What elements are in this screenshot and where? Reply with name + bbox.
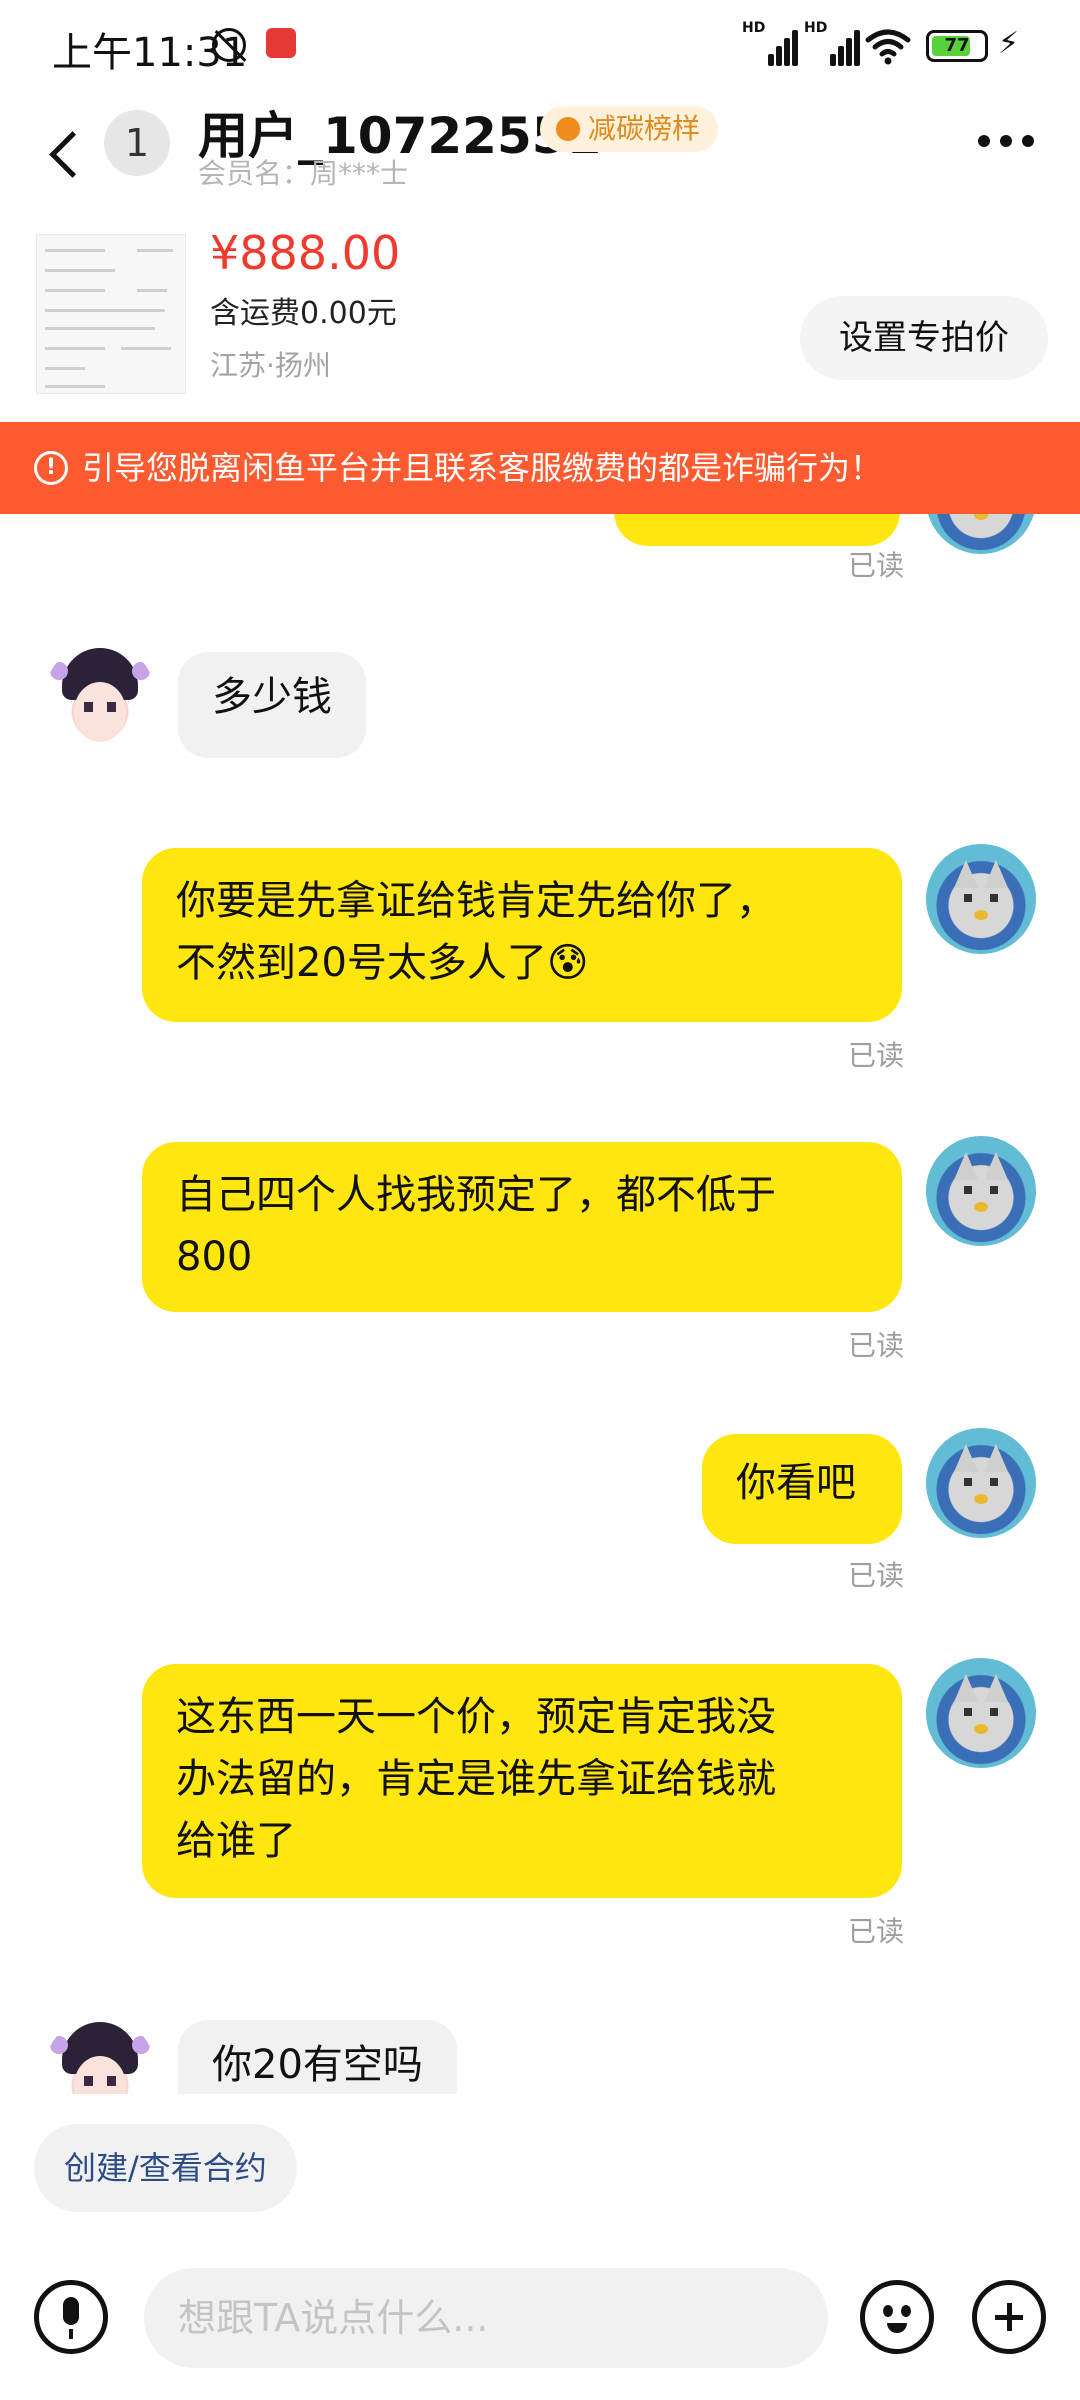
my-avatar[interactable] [926,514,1036,554]
battery-level: 77 [944,35,970,56]
voice-input-button[interactable] [34,2280,108,2354]
more-dot-icon [1022,135,1034,147]
message-bubble-sent[interactable]: 你看吧 [702,1434,902,1544]
chat-messages[interactable]: 已读 多少钱 你要是先拿证给钱肯定先给你了， 不然到20号太多人了😰 已读 自己… [0,514,1080,2094]
mute-icon [212,28,246,62]
carbon-badge-label: 减碳榜样 [588,112,701,145]
read-status: 已读 [848,549,905,582]
signal-icon: HD [804,20,860,66]
chat-header: 1 用户_10722551 减碳榜样 会员名：周***士 [0,96,1080,216]
message-line: 办法留的，肯定是谁先拿证给钱就 [176,1756,776,1802]
message-bubble-sent[interactable]: 这东西一天一个价，预定肯定我没 办法留的，肯定是谁先拿证给钱就 给谁了 [142,1664,902,1898]
product-thumbnail[interactable] [36,234,186,394]
product-price: ¥888.00 [210,226,401,280]
set-special-price-button[interactable]: 设置专拍价 [800,296,1048,380]
status-bar: 上午11:31 HD HD 77 ⚡ [0,0,1080,96]
message-bubble-received[interactable]: 你20有空吗 [178,2020,457,2094]
message-line: 这东西一天一个价，预定肯定我没 [176,1694,776,1740]
message-bubble-sent[interactable]: 你要是先拿证给钱肯定先给你了， 不然到20号太多人了😰 [142,848,902,1022]
read-status: 已读 [848,1039,905,1072]
more-options-button[interactable] [978,126,1042,156]
my-avatar[interactable] [926,1428,1036,1538]
more-dot-icon [978,135,990,147]
read-status: 已读 [848,1915,905,1948]
wifi-icon [865,29,911,65]
network-label: HD [804,20,828,36]
more-dot-icon [1000,135,1012,147]
read-status: 已读 [848,1559,905,1592]
message-line: 800 [176,1234,253,1280]
my-avatar[interactable] [926,1136,1036,1246]
battery-icon: 77 [926,30,988,62]
carbon-badge[interactable]: 减碳榜样 [540,106,719,152]
warning-icon: ! [34,451,68,485]
message-line: 不然到20号太多人了😰 [176,940,589,986]
message-line: 给谁了 [176,1818,296,1864]
product-location: 江苏·扬州 [210,349,331,382]
read-status: 已读 [848,1329,905,1362]
leaf-icon [556,117,580,141]
back-button[interactable] [42,114,102,198]
charging-icon: ⚡ [998,26,1020,61]
fraud-warning-banner: ! 引导您脱离闲鱼平台并且联系客服缴费的都是诈骗行为！ [0,422,1080,514]
message-line: 自己四个人找我预定了，都不低于 [176,1172,776,1218]
my-avatar[interactable] [926,1658,1036,1768]
message-bubble-received[interactable]: 多少钱 [178,652,366,758]
create-view-contract-button[interactable]: 创建/查看合约 [34,2124,297,2212]
contact-avatar[interactable] [44,642,156,754]
product-card[interactable]: ¥888.00 含运费0.00元 江苏·扬州 设置专拍价 [0,216,1080,422]
input-bar: 想跟TA说点什么... [0,2240,1080,2400]
message-bubble-sent[interactable]: 自己四个人找我预定了，都不低于 800 [142,1142,902,1312]
emoji-button[interactable] [860,2280,934,2354]
signal-icon: HD [742,20,798,66]
add-attachment-button[interactable] [972,2280,1046,2354]
member-name: 会员名：周***士 [198,157,409,190]
message-line: 你要是先拿证给钱肯定先给你了， [176,878,776,924]
network-label: HD [742,20,766,36]
shipping-fee: 含运费0.00元 [210,296,397,331]
unread-count-badge[interactable]: 1 [104,110,170,176]
message-input[interactable]: 想跟TA说点什么... [144,2268,828,2368]
app-notification-icon [266,28,296,58]
message-bubble-partial[interactable] [614,514,900,546]
warning-text: 引导您脱离闲鱼平台并且联系客服缴费的都是诈骗行为！ [82,449,883,487]
contact-avatar[interactable] [44,2016,156,2094]
my-avatar[interactable] [926,844,1036,954]
